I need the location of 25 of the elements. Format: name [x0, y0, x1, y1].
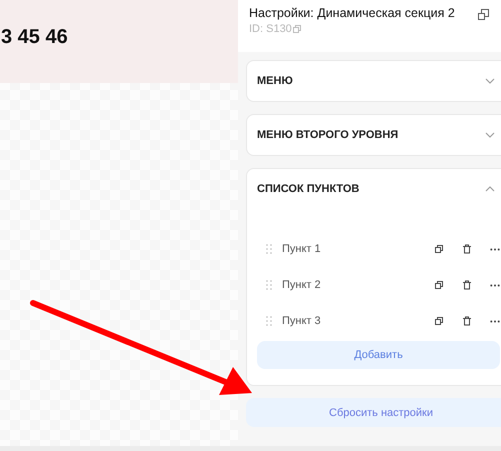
section-id: ID: S130: [249, 23, 292, 35]
more-icon[interactable]: [490, 284, 500, 286]
more-icon[interactable]: [490, 320, 500, 322]
trash-icon[interactable]: [462, 244, 472, 254]
trash-icon[interactable]: [462, 316, 472, 326]
trash-icon[interactable]: [462, 280, 472, 290]
chevron-icon[interactable]: [485, 186, 495, 192]
item-label: Пункт 1: [282, 243, 322, 255]
canvas-heading: 3 45 46: [1, 26, 68, 49]
more-icon[interactable]: [490, 248, 500, 250]
chevron-icon[interactable]: [485, 78, 495, 84]
section-title[interactable]: МЕНЮ ВТОРОГО УРОВНЯ: [257, 129, 398, 141]
section-title[interactable]: СПИСОК ПУНКТОВ: [257, 183, 360, 195]
duplicate-icon[interactable]: [434, 244, 444, 254]
duplicate-icon[interactable]: [434, 316, 444, 326]
chevron-icon[interactable]: [485, 132, 495, 138]
section-title[interactable]: МЕНЮ: [257, 75, 293, 87]
drag-handle-icon[interactable]: [266, 280, 272, 290]
panel-title: Настройки: Динамическая секция 2: [249, 6, 455, 20]
item-label: Пункт 2: [282, 279, 322, 291]
detach-icon[interactable]: [478, 9, 489, 20]
drag-handle-icon[interactable]: [266, 316, 272, 326]
item-label: Пункт 3: [282, 315, 322, 327]
drag-handle-icon[interactable]: [266, 244, 272, 254]
duplicate-icon[interactable]: [434, 280, 444, 290]
